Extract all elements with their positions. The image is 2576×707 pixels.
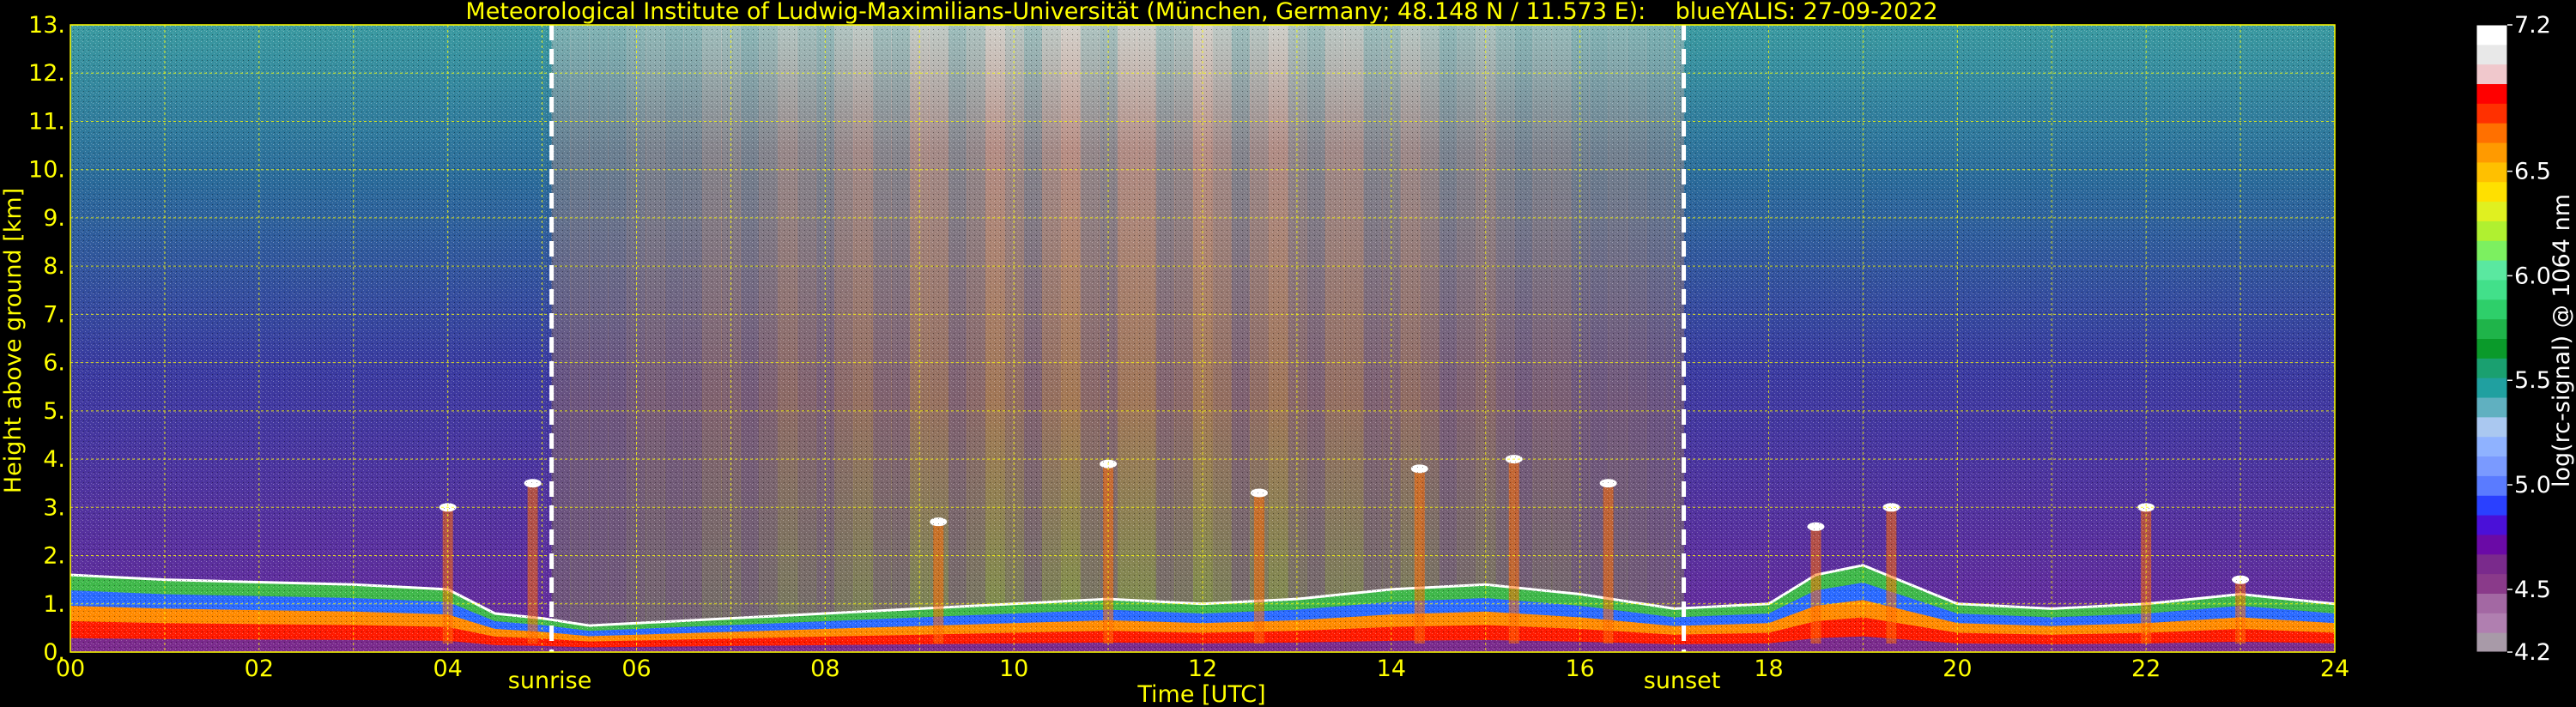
- y-tick-label: 11.: [28, 108, 65, 135]
- colorbar-segment: [2476, 201, 2507, 221]
- colorbar-tick-label: 4.5: [2514, 577, 2551, 603]
- colorbar-segment: [2476, 397, 2507, 418]
- colorbar-tick-label: 5.5: [2514, 367, 2551, 394]
- colorbar-segment: [2476, 260, 2507, 281]
- colorbar-segment: [2476, 221, 2507, 241]
- y-tick-label: 13.: [28, 12, 65, 39]
- x-tick-label: 20: [1943, 656, 1972, 682]
- colorbar-segment: [2476, 456, 2507, 476]
- y-tick-label: 8.: [43, 253, 65, 280]
- x-tick-label: 08: [810, 656, 839, 682]
- y-tick-label: 12.: [28, 60, 65, 87]
- x-tick-label: 24: [2320, 656, 2349, 682]
- x-axis-label: Time [UTC]: [1136, 681, 1265, 707]
- y-tick-labels: 0. 1. 2. 3. 4. 5. 6. 7. 8. 9. 10. 11. 12. 13.: [28, 12, 65, 666]
- colorbar-segment: [2476, 573, 2507, 594]
- colorbar-segment: [2476, 318, 2507, 339]
- colorbar-tick-label: 6.0: [2514, 263, 2551, 289]
- colorbar-segment: [2476, 553, 2507, 575]
- sun-annotation-label: sunrise: [508, 668, 592, 694]
- colorbar-label: log(rc-signal) @ 1064 nm: [2549, 194, 2575, 487]
- colorbar: [2476, 24, 2508, 653]
- chart-title: Meteorological Institute of Ludwig-Maxim…: [465, 0, 1937, 25]
- y-tick-label: 7.: [43, 301, 65, 328]
- colorbar-segment: [2476, 181, 2507, 202]
- colorbar-segment: [2476, 632, 2507, 653]
- colorbar-segment: [2476, 534, 2507, 555]
- colorbar-segment: [2476, 378, 2507, 398]
- y-tick-label: 6.: [43, 350, 65, 377]
- colorbar-segment: [2476, 495, 2507, 516]
- x-tick-labels: 00 02 04 06 08 10 12 14 16 18 20 22 24: [56, 656, 2349, 682]
- colorbar-tick-labels: 7.2 6.5 6.0 5.5 5.0 4.5 4.2: [2507, 12, 2551, 666]
- colorbar-segment: [2476, 123, 2507, 143]
- y-tick-label: 10.: [28, 157, 65, 184]
- colorbar-tick-label: 7.2: [2514, 12, 2551, 39]
- colorbar-segment: [2476, 63, 2507, 85]
- x-tick-label: 12: [1188, 656, 1217, 682]
- colorbar-segment: [2476, 299, 2507, 320]
- x-tick-label: 18: [1754, 656, 1783, 682]
- y-axis-label: Height above ground [km]: [0, 188, 27, 493]
- x-tick-label: 04: [433, 656, 462, 682]
- colorbar-segment: [2476, 240, 2507, 261]
- x-tick-label: 16: [1565, 656, 1594, 682]
- colorbar-segment: [2476, 338, 2507, 359]
- colorbar-tick-label: 6.5: [2514, 159, 2551, 185]
- y-tick-label: 9.: [43, 205, 65, 232]
- sun-annotations: sunrise sunset: [508, 668, 1721, 694]
- y-tick-label: 2.: [43, 543, 65, 570]
- x-tick-label: 06: [621, 656, 651, 682]
- colorbar-segment: [2476, 593, 2507, 613]
- y-tick-label: 4.: [43, 446, 65, 473]
- lidar-chart: 00 02 04 06 08 10 12 14 16 18 20 22 24 0.1.2.3.4.5.6…: [0, 0, 2575, 707]
- colorbar-segment: [2476, 475, 2507, 496]
- colorbar-segment: [2476, 515, 2507, 535]
- colorbar-segment: [2476, 416, 2507, 438]
- x-tick-label: 22: [2131, 656, 2161, 682]
- plot-area: [70, 24, 2336, 653]
- colorbar-segment: [2476, 279, 2507, 300]
- colorbar-segment: [2476, 83, 2507, 104]
- y-tick-label: 0.: [43, 639, 65, 666]
- colorbar-tick-label: 4.2: [2514, 639, 2551, 666]
- colorbar-segment: [2476, 613, 2507, 633]
- colorbar-segment: [2476, 358, 2507, 378]
- colorbar-segment: [2476, 44, 2507, 65]
- colorbar-segment: [2476, 25, 2507, 45]
- colorbar-segment: [2476, 103, 2507, 124]
- y-tick-label: 1.: [43, 591, 65, 618]
- colorbar-segment: [2476, 161, 2507, 183]
- x-tick-label: 02: [245, 656, 274, 682]
- sun-annotation-label: sunset: [1644, 668, 1721, 694]
- x-tick-label: 10: [999, 656, 1028, 682]
- y-tick-label: 5.: [43, 398, 65, 425]
- colorbar-segment: [2476, 142, 2507, 163]
- colorbar-tick-label: 5.0: [2514, 472, 2551, 499]
- colorbar-segment: [2476, 436, 2507, 457]
- x-tick-label: 14: [1377, 656, 1406, 682]
- y-tick-label: 3.: [43, 494, 65, 521]
